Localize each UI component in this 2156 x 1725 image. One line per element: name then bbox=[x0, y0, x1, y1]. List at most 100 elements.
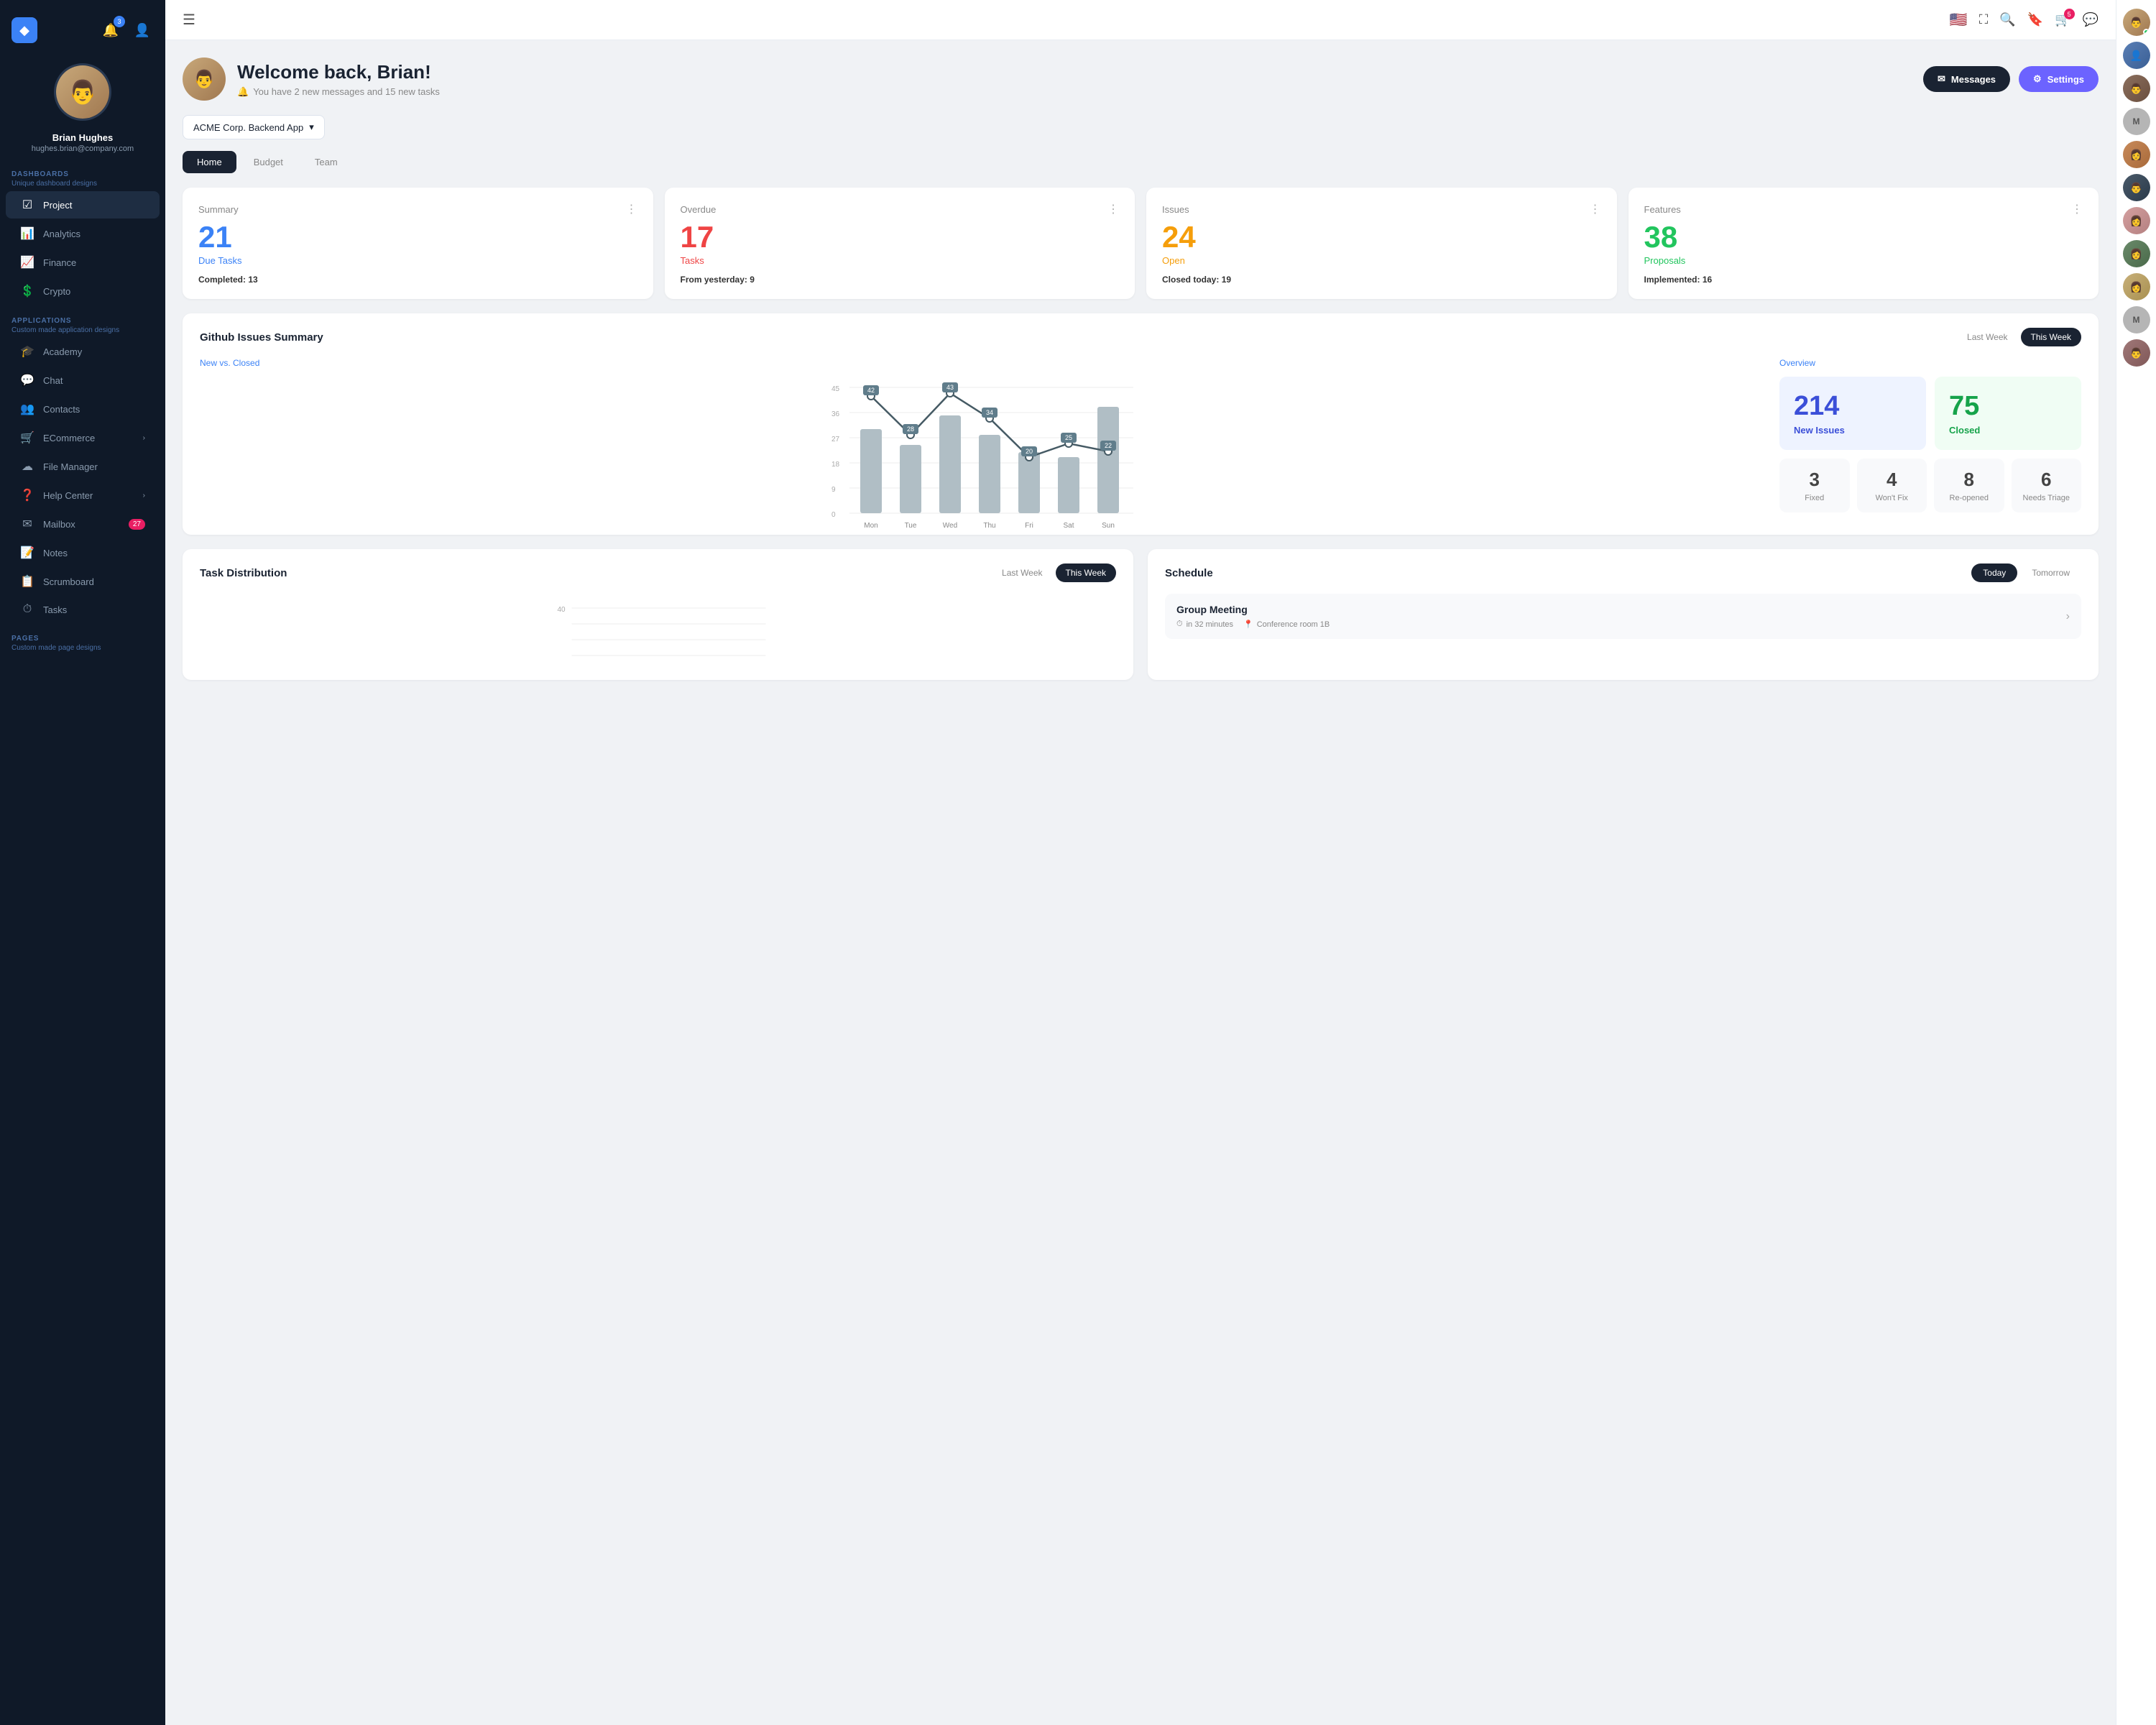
notification-button[interactable]: 🔔 3 bbox=[99, 19, 122, 42]
svg-text:34: 34 bbox=[986, 409, 993, 416]
fullscreen-icon[interactable]: ⛶ bbox=[1979, 12, 1989, 27]
event-arrow-icon[interactable]: › bbox=[2066, 610, 2070, 623]
language-flag-icon[interactable]: 🇺🇸 bbox=[1950, 11, 1968, 29]
sidebar-item-scrumboard[interactable]: 📋 Scrumboard bbox=[6, 568, 160, 595]
user-email: hughes.brian@company.com bbox=[11, 144, 154, 153]
right-sidebar-avatar-10[interactable]: M bbox=[2123, 306, 2150, 334]
overdue-number: 17 bbox=[681, 222, 1120, 252]
mailbox-icon: ✉ bbox=[20, 517, 34, 531]
tab-home[interactable]: Home bbox=[183, 151, 236, 173]
today-button[interactable]: Today bbox=[1971, 564, 2017, 582]
svg-text:27: 27 bbox=[831, 436, 840, 443]
new-issues-count: 214 bbox=[1794, 391, 1912, 422]
fixed-label: Fixed bbox=[1788, 494, 1841, 502]
search-icon[interactable]: 🔍 bbox=[1999, 12, 2015, 27]
tab-budget[interactable]: Budget bbox=[239, 151, 298, 173]
sidebar-item-label: Notes bbox=[43, 548, 68, 558]
page-tabs: Home Budget Team bbox=[183, 151, 2099, 173]
summary-footer: Completed: 13 bbox=[198, 275, 637, 285]
sidebar-item-help-center[interactable]: ❓ Help Center › bbox=[6, 482, 160, 509]
dashboards-section-header: DASHBOARDS Unique dashboard designs bbox=[0, 159, 165, 190]
sidebar-item-academy[interactable]: 🎓 Academy bbox=[6, 338, 160, 365]
issues-more-icon[interactable]: ⋮ bbox=[1590, 202, 1601, 216]
overview-top-cards: 214 New Issues 75 Closed bbox=[1779, 377, 2081, 450]
help-icon: ❓ bbox=[20, 488, 34, 502]
right-sidebar-avatar-6[interactable]: 👨 bbox=[2123, 174, 2150, 201]
overdue-footer-text: From yesterday: bbox=[681, 275, 747, 285]
new-issues-label: New Issues bbox=[1794, 425, 1912, 436]
reopened-label: Re-opened bbox=[1943, 494, 1996, 502]
notification-badge: 3 bbox=[114, 16, 125, 27]
issues-footer-value: 19 bbox=[1222, 275, 1231, 285]
right-sidebar-avatar-1[interactable]: 👨 bbox=[2123, 9, 2150, 36]
tab-team[interactable]: Team bbox=[300, 151, 352, 173]
overview-area: Overview 214 New Issues 75 Closed bbox=[1779, 358, 2081, 520]
sidebar-item-project[interactable]: ☑ Project bbox=[6, 191, 160, 218]
svg-text:40: 40 bbox=[558, 606, 566, 614]
pages-sub: Custom made page designs bbox=[11, 644, 154, 652]
settings-button[interactable]: ⚙ Settings bbox=[2019, 66, 2099, 92]
project-selector-label: ACME Corp. Backend App bbox=[193, 122, 303, 133]
right-sidebar-avatar-11[interactable]: 👨 bbox=[2123, 339, 2150, 367]
scrumboard-icon: 📋 bbox=[20, 574, 34, 589]
right-sidebar-avatar-2[interactable]: 👤 bbox=[2123, 42, 2150, 69]
bookmark-icon[interactable]: 🔖 bbox=[2027, 12, 2043, 27]
svg-text:Fri: Fri bbox=[1025, 522, 1033, 530]
sidebar-item-label: File Manager bbox=[43, 461, 98, 472]
issues-footer: Closed today: 19 bbox=[1162, 275, 1601, 285]
sidebar-item-label: Finance bbox=[43, 257, 76, 268]
project-selector-dropdown[interactable]: ACME Corp. Backend App ▾ bbox=[183, 115, 325, 139]
last-week-button[interactable]: Last Week bbox=[1957, 328, 2017, 346]
features-more-icon[interactable]: ⋮ bbox=[2071, 202, 2083, 216]
sidebar-item-notes[interactable]: 📝 Notes bbox=[6, 539, 160, 566]
sidebar-item-contacts[interactable]: 👥 Contacts bbox=[6, 395, 160, 423]
overdue-more-icon[interactable]: ⋮ bbox=[1107, 202, 1119, 216]
sidebar-item-mailbox[interactable]: ✉ Mailbox 27 bbox=[6, 510, 160, 538]
sidebar-item-chat[interactable]: 💬 Chat bbox=[6, 367, 160, 394]
right-sidebar-avatar-4[interactable]: M bbox=[2123, 108, 2150, 135]
task-this-week-button[interactable]: This Week bbox=[1056, 564, 1116, 582]
sidebar-item-finance[interactable]: 📈 Finance bbox=[6, 249, 160, 276]
issues-label: Open bbox=[1162, 255, 1601, 266]
this-week-button[interactable]: This Week bbox=[2021, 328, 2081, 346]
right-sidebar-avatar-9[interactable]: 👩 bbox=[2123, 273, 2150, 300]
welcome-actions: ✉ Messages ⚙ Settings bbox=[1923, 66, 2099, 92]
overdue-title: Overdue bbox=[681, 204, 717, 215]
svg-text:Mon: Mon bbox=[864, 522, 877, 530]
summary-more-icon[interactable]: ⋮ bbox=[626, 202, 637, 216]
features-label: Proposals bbox=[1644, 255, 2083, 266]
dashboards-sub: Unique dashboard designs bbox=[11, 180, 154, 188]
task-dist-bar-chart: 40 bbox=[206, 601, 1110, 666]
event-title: Group Meeting bbox=[1176, 604, 1330, 615]
right-sidebar-avatar-7[interactable]: 👩 bbox=[2123, 207, 2150, 234]
svg-text:Wed: Wed bbox=[943, 522, 957, 530]
sidebar-item-analytics[interactable]: 📊 Analytics bbox=[6, 220, 160, 247]
schedule-title: Schedule bbox=[1165, 567, 1213, 579]
needs-triage-num: 6 bbox=[2020, 469, 2073, 491]
sidebar-item-crypto[interactable]: 💲 Crypto bbox=[6, 277, 160, 305]
tomorrow-button[interactable]: Tomorrow bbox=[2020, 564, 2081, 582]
svg-text:45: 45 bbox=[831, 385, 840, 393]
sidebar-item-tasks[interactable]: ⏱ Tasks bbox=[6, 597, 160, 622]
event-time: ⏱ in 32 minutes bbox=[1176, 620, 1233, 629]
task-last-week-button[interactable]: Last Week bbox=[992, 564, 1052, 582]
line-bar-chart: 45 36 27 18 9 0 bbox=[200, 377, 1765, 535]
svg-text:42: 42 bbox=[867, 387, 875, 394]
right-sidebar-avatar-8[interactable]: 👩 bbox=[2123, 240, 2150, 267]
right-sidebar-avatar-3[interactable]: 👨 bbox=[2123, 75, 2150, 102]
issues-footer-text: Closed today: bbox=[1162, 275, 1219, 285]
chevron-right-icon: › bbox=[143, 492, 145, 500]
svg-text:Tue: Tue bbox=[905, 522, 917, 530]
sidebar-item-file-manager[interactable]: ☁ File Manager bbox=[6, 453, 160, 480]
hamburger-menu-button[interactable]: ☰ bbox=[183, 11, 195, 29]
cart-icon-button[interactable]: 🛒 5 bbox=[2055, 12, 2070, 27]
issues-card: Issues ⋮ 24 Open Closed today: 19 bbox=[1146, 188, 1617, 299]
sidebar-item-ecommerce[interactable]: 🛒 ECommerce › bbox=[6, 424, 160, 451]
chat-icon[interactable]: 💬 bbox=[2083, 12, 2099, 27]
file-manager-icon: ☁ bbox=[20, 459, 34, 474]
right-sidebar-avatar-5[interactable]: 👩 bbox=[2123, 141, 2150, 168]
messages-button[interactable]: ✉ Messages bbox=[1923, 66, 2010, 92]
app-logo[interactable]: ◆ bbox=[11, 17, 37, 43]
issues-card-header: Issues ⋮ bbox=[1162, 202, 1601, 216]
user-icon-button[interactable]: 👤 bbox=[131, 19, 154, 42]
